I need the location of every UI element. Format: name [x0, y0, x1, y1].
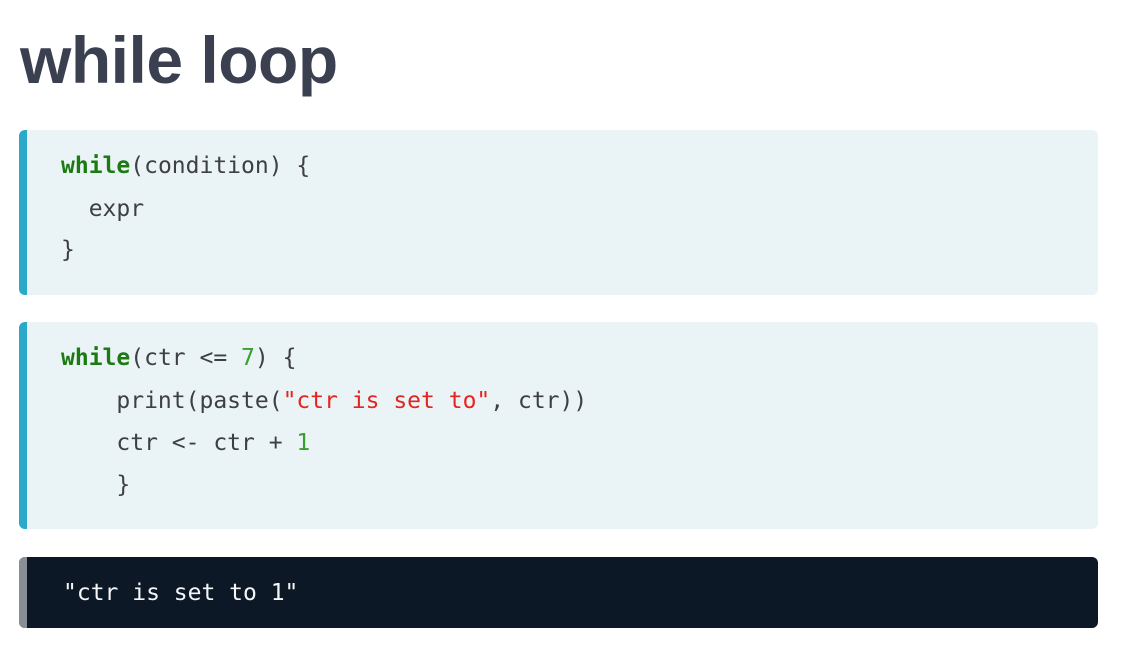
code-line: ctr <- ctr + 1 — [61, 422, 310, 465]
string-token: "ctr is set to" — [282, 388, 491, 414]
keyword-token: while — [61, 345, 131, 371]
code-token: ) { — [254, 345, 297, 371]
code-line: while(ctr <= 7) { — [61, 337, 296, 380]
code-line: while(condition) { — [61, 145, 310, 188]
code-token: (condition) { — [130, 153, 311, 179]
code-line: print(paste("ctr is set to", ctr)) — [61, 380, 587, 423]
keyword-token: while — [61, 153, 131, 179]
code-block-accent-bar — [19, 322, 27, 529]
output-line: "ctr is set to 1" — [63, 580, 299, 606]
code-token: , ctr)) — [490, 388, 588, 414]
code-line: } — [61, 237, 75, 263]
code-line: } — [61, 472, 131, 498]
code-block-accent-bar — [19, 130, 27, 295]
page: while loop while(condition) { expr } whi… — [0, 0, 1128, 668]
code-token: (ctr <= — [130, 345, 242, 371]
code-line: expr — [61, 196, 145, 222]
code-token: print(paste( — [61, 388, 283, 414]
page-title: while loop — [20, 23, 338, 97]
number-token: 1 — [296, 430, 311, 456]
syntax-code-block: while(condition) { expr } — [19, 130, 1098, 295]
output-block-accent-bar — [19, 557, 27, 628]
example-code-block: while(ctr <= 7) { print(paste("ctr is se… — [19, 322, 1098, 529]
code-token: ctr <- ctr + — [61, 430, 297, 456]
number-token: 7 — [241, 345, 255, 371]
output-block: "ctr is set to 1" — [19, 557, 1098, 628]
